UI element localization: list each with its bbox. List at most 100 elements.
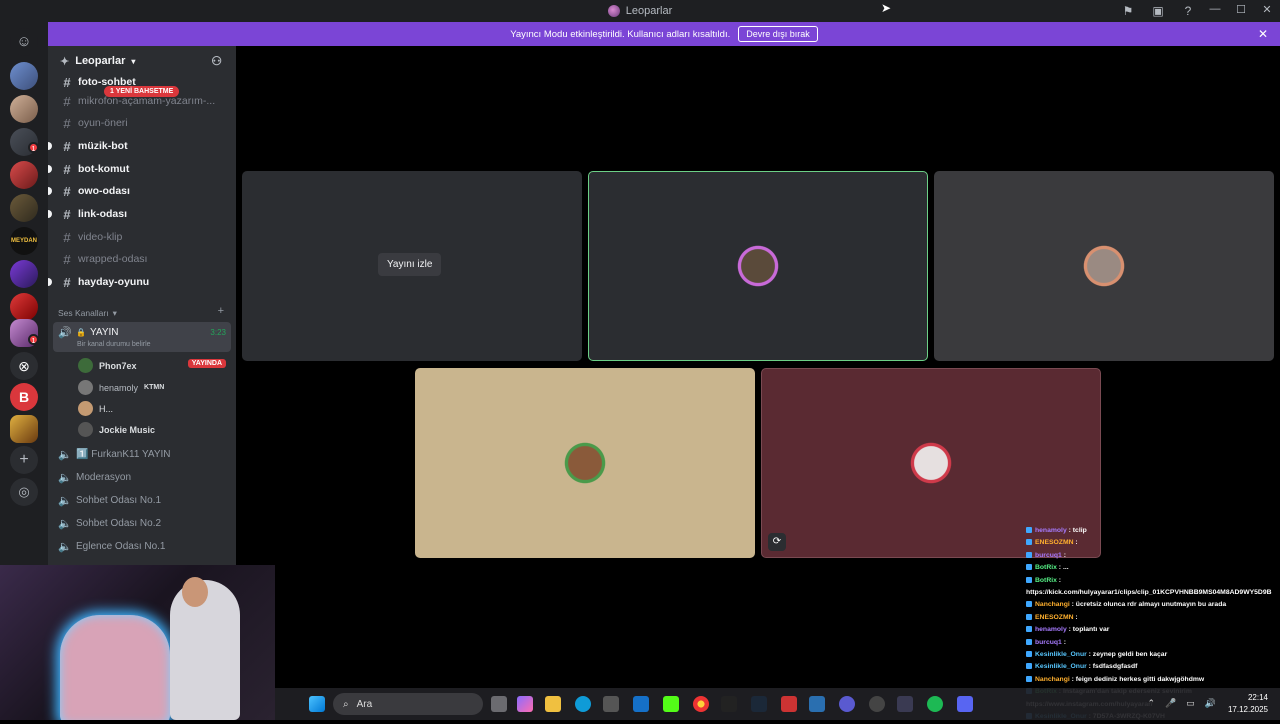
channel-link-odasi[interactable]: # link-odası — [58, 204, 230, 224]
mic-icon[interactable]: 🎤 — [1165, 698, 1176, 709]
platform-badge-icon — [1026, 576, 1032, 583]
search-placeholder: Ara — [356, 698, 373, 710]
channel-oyun-oneri[interactable]: # oyun-öneri — [58, 113, 230, 133]
speaker-icon: 🔈 — [58, 518, 72, 530]
channel-status[interactable]: Bir kanal durumu belirle — [77, 341, 151, 348]
screen-icon[interactable]: ▣ — [1150, 3, 1166, 19]
speaker-icon: 🔈 — [58, 449, 72, 461]
server-icon-4[interactable] — [10, 161, 38, 189]
volume-icon[interactable]: 🔊 — [1205, 698, 1216, 709]
epic-games-icon[interactable] — [721, 696, 737, 712]
participant-tile-speaking[interactable] — [588, 171, 928, 361]
channel-hayday-oyunu[interactable]: # hayday-oyunu — [58, 272, 230, 292]
spotify-icon[interactable] — [927, 696, 943, 712]
channel-owo-odasi[interactable]: # owo-odası — [58, 181, 230, 201]
server-icon-1[interactable] — [10, 62, 38, 90]
chat-username: ENESOZMN — [1035, 539, 1074, 547]
chat-username: burcuq1 — [1035, 551, 1062, 559]
voice-member[interactable]: henamoly KTMN — [78, 380, 164, 395]
server-icon-2[interactable] — [10, 95, 38, 123]
member-name: H... — [99, 403, 114, 414]
server-icon-8[interactable] — [10, 293, 38, 321]
speaker-icon: 🔈 — [58, 495, 72, 507]
windows-taskbar: ⌕ Ara ⌃ 🎤 ▭ 🔊 22:14 17.12.2025 — [275, 688, 1280, 720]
voice-channel[interactable]: 🔈 Sohbet Odası No.1 — [58, 494, 161, 507]
platform-badge-icon — [1026, 626, 1032, 633]
chat-message: BotRix : — [1026, 575, 1280, 587]
disable-streamer-mode-button[interactable]: Devre dışı bırak — [738, 26, 818, 42]
chevron-up-icon[interactable]: ⌃ — [1148, 698, 1156, 709]
inbox-icon[interactable]: ⚑ — [1120, 3, 1136, 19]
file-explorer-icon[interactable] — [545, 696, 561, 712]
start-icon[interactable] — [309, 696, 325, 712]
voice-channel-yayin[interactable]: 🔊 🔒 YAYIN — [58, 326, 119, 339]
stream-tile[interactable]: Yayını izle — [242, 171, 582, 361]
task-view-icon[interactable] — [491, 696, 507, 712]
voice-member[interactable]: Phon7ex — [78, 358, 137, 373]
add-server-icon[interactable]: + — [10, 446, 38, 474]
new-mention-pill[interactable]: 1 YENİ BAHSETME — [104, 86, 180, 97]
chat-message: Nanchangi : feign dediniz herkes gitti d… — [1026, 674, 1280, 686]
voice-channel-name: Sohbet Odası No.1 — [76, 495, 162, 506]
server-icon-11[interactable]: B — [10, 383, 38, 411]
channel-bot-komut[interactable]: # bot-komut — [58, 159, 230, 179]
discord-home-icon[interactable]: ☺ — [10, 28, 38, 56]
chat-separator: : — [1073, 539, 1078, 547]
chrome-icon[interactable] — [693, 696, 709, 712]
window-title: Leoparlar — [607, 5, 672, 17]
gaming-chair — [60, 615, 170, 720]
server-icon — [607, 5, 620, 17]
avatar — [78, 358, 93, 373]
server-icon-5[interactable] — [10, 194, 38, 222]
app-icon-red[interactable] — [781, 696, 797, 712]
voice-channel[interactable]: 🔈 Moderasyon — [58, 471, 131, 484]
channel-video-klip[interactable]: # video-klip — [58, 227, 230, 247]
server-icon-meydan[interactable]: MEYDAN — [10, 227, 38, 255]
server-icon-12[interactable] — [10, 415, 38, 443]
taskbar-search[interactable]: ⌕ Ara — [333, 693, 483, 715]
discover-icon[interactable]: ◎ — [10, 478, 38, 506]
chat-message: henamoly : toplantı var — [1026, 624, 1280, 636]
voice-channel[interactable]: 🔈 1️⃣ FurkanK11 YAYIN — [58, 448, 171, 461]
close-window-button[interactable]: ✕ — [1260, 3, 1274, 16]
server-icon-7[interactable] — [10, 260, 38, 288]
invite-people-icon[interactable]: ⚇ — [211, 54, 222, 68]
participant-tile[interactable] — [934, 171, 1274, 361]
channel-muzik-bot[interactable]: # müzik-bot — [58, 136, 230, 156]
steam-icon[interactable] — [751, 696, 767, 712]
app-icon-dark[interactable] — [897, 696, 913, 712]
hash-icon: # — [63, 93, 71, 109]
chat-text: ... — [1062, 564, 1069, 572]
close-notice-icon[interactable]: ✕ — [1258, 27, 1268, 41]
server-icon-10[interactable]: ⊗ — [10, 352, 38, 380]
voice-member[interactable]: Jockie Music — [78, 422, 155, 437]
live-badge: YAYINDA — [187, 359, 226, 368]
activity-icon[interactable]: ⟳ — [768, 533, 786, 551]
chat-separator: : — [1061, 551, 1066, 559]
discord-taskbar-icon[interactable] — [957, 696, 973, 712]
store-icon[interactable] — [603, 696, 619, 712]
taskbar-clock[interactable]: 22:14 17.12.2025 — [1228, 692, 1268, 716]
network-icon[interactable]: ▭ — [1186, 698, 1195, 709]
obs-icon[interactable] — [869, 696, 885, 712]
edge-icon[interactable] — [575, 696, 591, 712]
copilot-icon[interactable] — [517, 696, 533, 712]
participant-tile[interactable] — [415, 368, 755, 558]
voice-category[interactable]: Ses Kanalları ▾ — [58, 308, 117, 319]
channel-wrapped-odasi[interactable]: # wrapped-odası — [58, 249, 230, 269]
watch-stream-button[interactable]: Yayını izle — [378, 253, 442, 276]
voice-channel[interactable]: 🔈 Eglence Odası No.1 — [58, 540, 166, 553]
app-icon-blue[interactable] — [809, 696, 825, 712]
channel-name: link-odası — [78, 208, 128, 220]
hash-icon: # — [63, 161, 71, 177]
voice-member[interactable]: H... — [78, 401, 113, 416]
kick-icon[interactable] — [663, 696, 679, 712]
outlook-icon[interactable] — [633, 696, 649, 712]
add-channel-icon[interactable]: + — [218, 305, 224, 317]
help-icon[interactable]: ? — [1180, 3, 1196, 19]
maximize-button[interactable]: ☐ — [1234, 3, 1248, 16]
minimize-button[interactable]: — — [1208, 3, 1222, 16]
voice-channel[interactable]: 🔈 Sohbet Odası No.2 — [58, 517, 161, 530]
media-player-icon[interactable] — [839, 696, 855, 712]
member-name: henamoly — [99, 382, 139, 393]
